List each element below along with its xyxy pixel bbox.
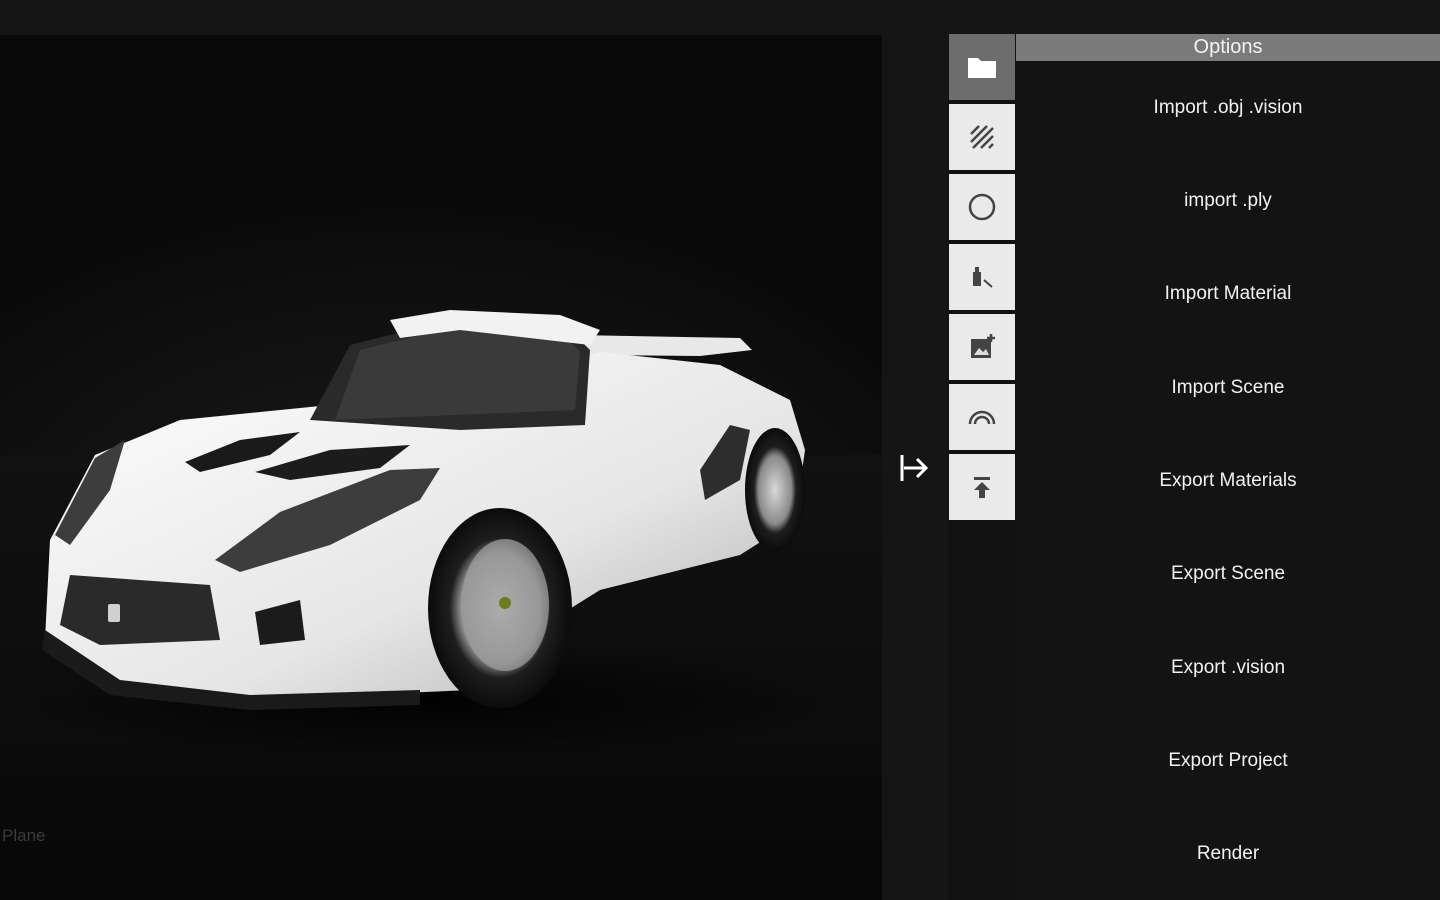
option-export-scene[interactable]: Export Scene [1016,559,1440,589]
options-title: Options [1016,34,1440,61]
upload-icon [974,477,990,498]
option-import-material[interactable]: Import Material [1016,279,1440,309]
option-import-scene[interactable]: Import Scene [1016,373,1440,403]
option-import-ply[interactable]: import .ply [1016,186,1440,216]
tool-folder[interactable] [949,34,1015,100]
tool-upload[interactable] [949,454,1015,520]
collapse-panel-button[interactable] [896,451,932,485]
texture-icon [970,125,994,149]
options-panel: Options Import .obj .vision import .ply … [1016,34,1440,900]
light-icon [973,267,993,288]
tool-shape[interactable] [949,174,1015,240]
tool-sidebar [948,34,1016,524]
rainbow-icon [968,410,996,425]
arrow-right-to-bar-icon [900,455,929,481]
option-export-vision[interactable]: Export .vision [1016,653,1440,683]
option-export-materials[interactable]: Export Materials [1016,466,1440,496]
car-model [10,310,850,760]
tool-image[interactable] [949,314,1015,380]
folder-icon [968,58,996,78]
option-import-obj-vision[interactable]: Import .obj .vision [1016,93,1440,123]
selected-object-label: Plane [2,826,46,845]
option-export-project[interactable]: Export Project [1016,746,1440,776]
top-bar [0,0,1440,35]
tool-texture[interactable] [949,104,1015,170]
tool-light[interactable] [949,244,1015,310]
image-add-icon [971,334,995,358]
tool-environment[interactable] [949,384,1015,450]
circle-icon [968,193,996,221]
3d-viewport[interactable]: Plane [0,35,882,900]
option-render[interactable]: Render [1016,839,1440,869]
